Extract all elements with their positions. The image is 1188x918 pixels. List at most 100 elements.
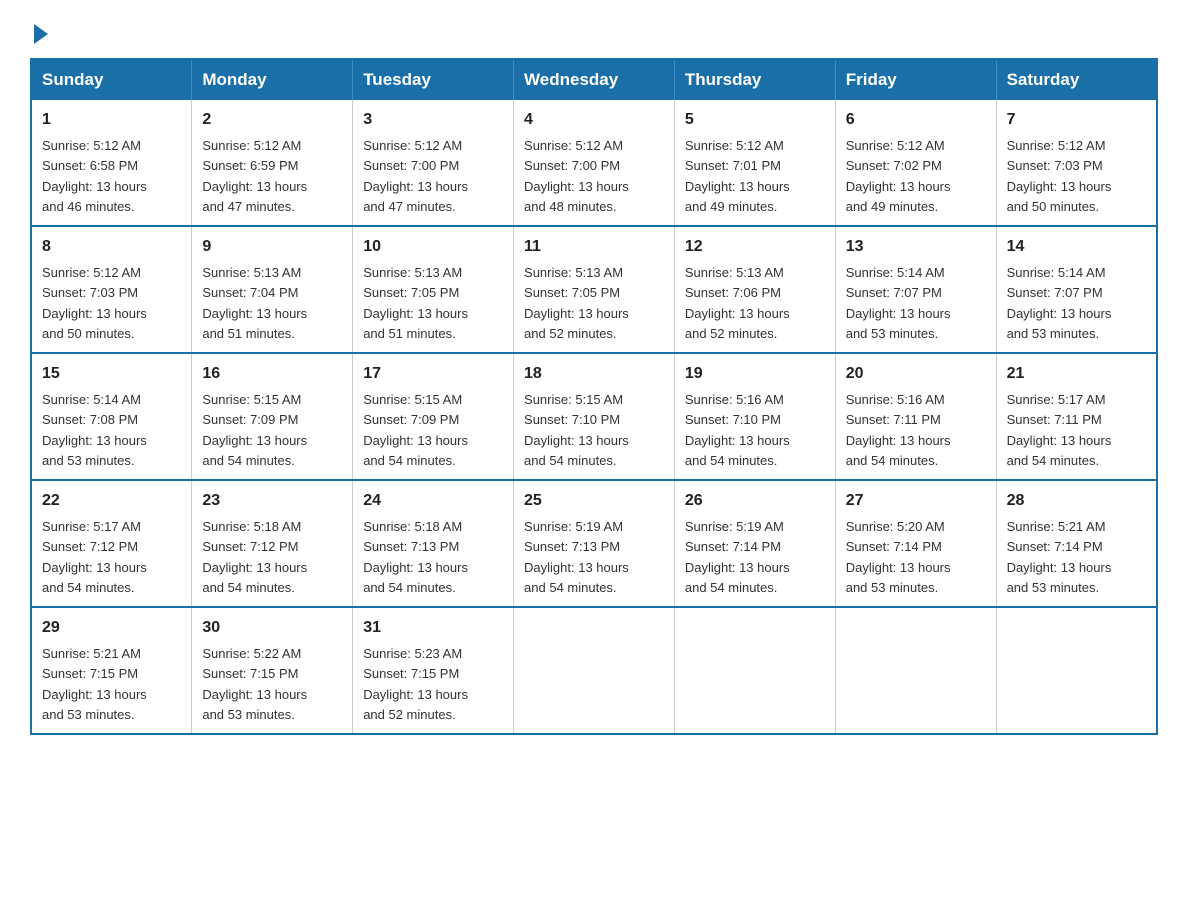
day-info: Sunrise: 5:12 AMSunset: 7:03 PMDaylight:…	[42, 265, 147, 341]
day-info: Sunrise: 5:12 AMSunset: 7:00 PMDaylight:…	[524, 138, 629, 214]
calendar-cell: 27 Sunrise: 5:20 AMSunset: 7:14 PMDayligh…	[835, 480, 996, 607]
week-row-5: 29 Sunrise: 5:21 AMSunset: 7:15 PMDayligh…	[31, 607, 1157, 734]
calendar-cell	[514, 607, 675, 734]
day-info: Sunrise: 5:14 AMSunset: 7:07 PMDaylight:…	[846, 265, 951, 341]
day-info: Sunrise: 5:13 AMSunset: 7:05 PMDaylight:…	[363, 265, 468, 341]
day-info: Sunrise: 5:18 AMSunset: 7:12 PMDaylight:…	[202, 519, 307, 595]
calendar-cell: 4 Sunrise: 5:12 AMSunset: 7:00 PMDaylight…	[514, 100, 675, 226]
day-number: 18	[524, 362, 664, 386]
day-number: 11	[524, 235, 664, 259]
day-info: Sunrise: 5:13 AMSunset: 7:04 PMDaylight:…	[202, 265, 307, 341]
day-info: Sunrise: 5:19 AMSunset: 7:13 PMDaylight:…	[524, 519, 629, 595]
day-info: Sunrise: 5:15 AMSunset: 7:09 PMDaylight:…	[202, 392, 307, 468]
day-info: Sunrise: 5:13 AMSunset: 7:05 PMDaylight:…	[524, 265, 629, 341]
header-wednesday: Wednesday	[514, 59, 675, 100]
calendar-cell: 3Sunrise: 5:12 AMSunset: 7:00 PMDaylight…	[353, 100, 514, 226]
day-info: Sunrise: 5:12 AMSunset: 6:58 PMDaylight:…	[42, 138, 147, 214]
calendar-cell: 5 Sunrise: 5:12 AMSunset: 7:01 PMDaylight…	[674, 100, 835, 226]
calendar-cell: 24Sunrise: 5:18 AMSunset: 7:13 PMDayligh…	[353, 480, 514, 607]
day-number: 4	[524, 108, 664, 132]
logo	[30, 20, 48, 38]
day-info: Sunrise: 5:17 AMSunset: 7:12 PMDaylight:…	[42, 519, 147, 595]
page-header	[30, 20, 1158, 38]
calendar-cell	[996, 607, 1157, 734]
day-number: 12	[685, 235, 825, 259]
header-sunday: Sunday	[31, 59, 192, 100]
day-number: 21	[1007, 362, 1146, 386]
calendar-cell: 29 Sunrise: 5:21 AMSunset: 7:15 PMDayligh…	[31, 607, 192, 734]
day-info: Sunrise: 5:12 AMSunset: 7:02 PMDaylight:…	[846, 138, 951, 214]
calendar-cell: 26 Sunrise: 5:19 AMSunset: 7:14 PMDayligh…	[674, 480, 835, 607]
calendar-cell: 15 Sunrise: 5:14 AMSunset: 7:08 PMDayligh…	[31, 353, 192, 480]
calendar-table: SundayMondayTuesdayWednesdayThursdayFrid…	[30, 58, 1158, 735]
day-info: Sunrise: 5:19 AMSunset: 7:14 PMDaylight:…	[685, 519, 790, 595]
day-number: 14	[1007, 235, 1146, 259]
calendar-cell: 2 Sunrise: 5:12 AMSunset: 6:59 PMDaylight…	[192, 100, 353, 226]
day-info: Sunrise: 5:15 AMSunset: 7:10 PMDaylight:…	[524, 392, 629, 468]
day-number: 29	[42, 616, 181, 640]
calendar-cell: 10 Sunrise: 5:13 AMSunset: 7:05 PMDayligh…	[353, 226, 514, 353]
day-number: 15	[42, 362, 181, 386]
day-number: 16	[202, 362, 342, 386]
calendar-cell: 20Sunrise: 5:16 AMSunset: 7:11 PMDayligh…	[835, 353, 996, 480]
calendar-cell: 30 Sunrise: 5:22 AMSunset: 7:15 PMDayligh…	[192, 607, 353, 734]
calendar-cell: 11 Sunrise: 5:13 AMSunset: 7:05 PMDayligh…	[514, 226, 675, 353]
day-info: Sunrise: 5:13 AMSunset: 7:06 PMDaylight:…	[685, 265, 790, 341]
calendar-cell: 14 Sunrise: 5:14 AMSunset: 7:07 PMDayligh…	[996, 226, 1157, 353]
day-number: 1	[42, 108, 181, 132]
header-monday: Monday	[192, 59, 353, 100]
week-row-2: 8 Sunrise: 5:12 AMSunset: 7:03 PMDaylight…	[31, 226, 1157, 353]
day-info: Sunrise: 5:12 AMSunset: 7:03 PMDaylight:…	[1007, 138, 1112, 214]
day-number: 26	[685, 489, 825, 513]
header-tuesday: Tuesday	[353, 59, 514, 100]
day-number: 17	[363, 362, 503, 386]
day-info: Sunrise: 5:12 AMSunset: 7:01 PMDaylight:…	[685, 138, 790, 214]
day-info: Sunrise: 5:23 AMSunset: 7:15 PMDaylight:…	[363, 646, 468, 722]
day-info: Sunrise: 5:21 AMSunset: 7:15 PMDaylight:…	[42, 646, 147, 722]
day-number: 7	[1007, 108, 1146, 132]
day-number: 6	[846, 108, 986, 132]
day-info: Sunrise: 5:17 AMSunset: 7:11 PMDaylight:…	[1007, 392, 1112, 468]
calendar-header-row: SundayMondayTuesdayWednesdayThursdayFrid…	[31, 59, 1157, 100]
day-number: 27	[846, 489, 986, 513]
day-info: Sunrise: 5:20 AMSunset: 7:14 PMDaylight:…	[846, 519, 951, 595]
calendar-cell: 22 Sunrise: 5:17 AMSunset: 7:12 PMDayligh…	[31, 480, 192, 607]
week-row-4: 22 Sunrise: 5:17 AMSunset: 7:12 PMDayligh…	[31, 480, 1157, 607]
week-row-1: 1 Sunrise: 5:12 AMSunset: 6:58 PMDaylight…	[31, 100, 1157, 226]
day-number: 30	[202, 616, 342, 640]
day-info: Sunrise: 5:16 AMSunset: 7:11 PMDaylight:…	[846, 392, 951, 468]
calendar-cell: 8 Sunrise: 5:12 AMSunset: 7:03 PMDaylight…	[31, 226, 192, 353]
day-number: 25	[524, 489, 664, 513]
calendar-cell: 31 Sunrise: 5:23 AMSunset: 7:15 PMDayligh…	[353, 607, 514, 734]
day-number: 5	[685, 108, 825, 132]
day-number: 23	[202, 489, 342, 513]
day-number: 31	[363, 616, 503, 640]
day-number: 9	[202, 235, 342, 259]
calendar-cell: 12 Sunrise: 5:13 AMSunset: 7:06 PMDayligh…	[674, 226, 835, 353]
day-number: 2	[202, 108, 342, 132]
calendar-cell: 1 Sunrise: 5:12 AMSunset: 6:58 PMDaylight…	[31, 100, 192, 226]
calendar-cell: 25 Sunrise: 5:19 AMSunset: 7:13 PMDayligh…	[514, 480, 675, 607]
day-number: 24	[363, 489, 503, 513]
header-saturday: Saturday	[996, 59, 1157, 100]
day-info: Sunrise: 5:14 AMSunset: 7:07 PMDaylight:…	[1007, 265, 1112, 341]
day-number: 10	[363, 235, 503, 259]
logo-arrow-icon	[34, 24, 48, 44]
calendar-cell: 6 Sunrise: 5:12 AMSunset: 7:02 PMDaylight…	[835, 100, 996, 226]
calendar-cell	[835, 607, 996, 734]
calendar-cell: 19Sunrise: 5:16 AMSunset: 7:10 PMDayligh…	[674, 353, 835, 480]
day-info: Sunrise: 5:15 AMSunset: 7:09 PMDaylight:…	[363, 392, 468, 468]
day-info: Sunrise: 5:22 AMSunset: 7:15 PMDaylight:…	[202, 646, 307, 722]
header-thursday: Thursday	[674, 59, 835, 100]
calendar-cell: 17 Sunrise: 5:15 AMSunset: 7:09 PMDayligh…	[353, 353, 514, 480]
calendar-cell: 9 Sunrise: 5:13 AMSunset: 7:04 PMDaylight…	[192, 226, 353, 353]
calendar-cell: 16 Sunrise: 5:15 AMSunset: 7:09 PMDayligh…	[192, 353, 353, 480]
day-info: Sunrise: 5:16 AMSunset: 7:10 PMDaylight:…	[685, 392, 790, 468]
day-info: Sunrise: 5:14 AMSunset: 7:08 PMDaylight:…	[42, 392, 147, 468]
day-info: Sunrise: 5:21 AMSunset: 7:14 PMDaylight:…	[1007, 519, 1112, 595]
calendar-cell: 18 Sunrise: 5:15 AMSunset: 7:10 PMDayligh…	[514, 353, 675, 480]
day-info: Sunrise: 5:12 AMSunset: 6:59 PMDaylight:…	[202, 138, 307, 214]
day-number: 22	[42, 489, 181, 513]
day-number: 3	[363, 108, 503, 132]
day-number: 8	[42, 235, 181, 259]
